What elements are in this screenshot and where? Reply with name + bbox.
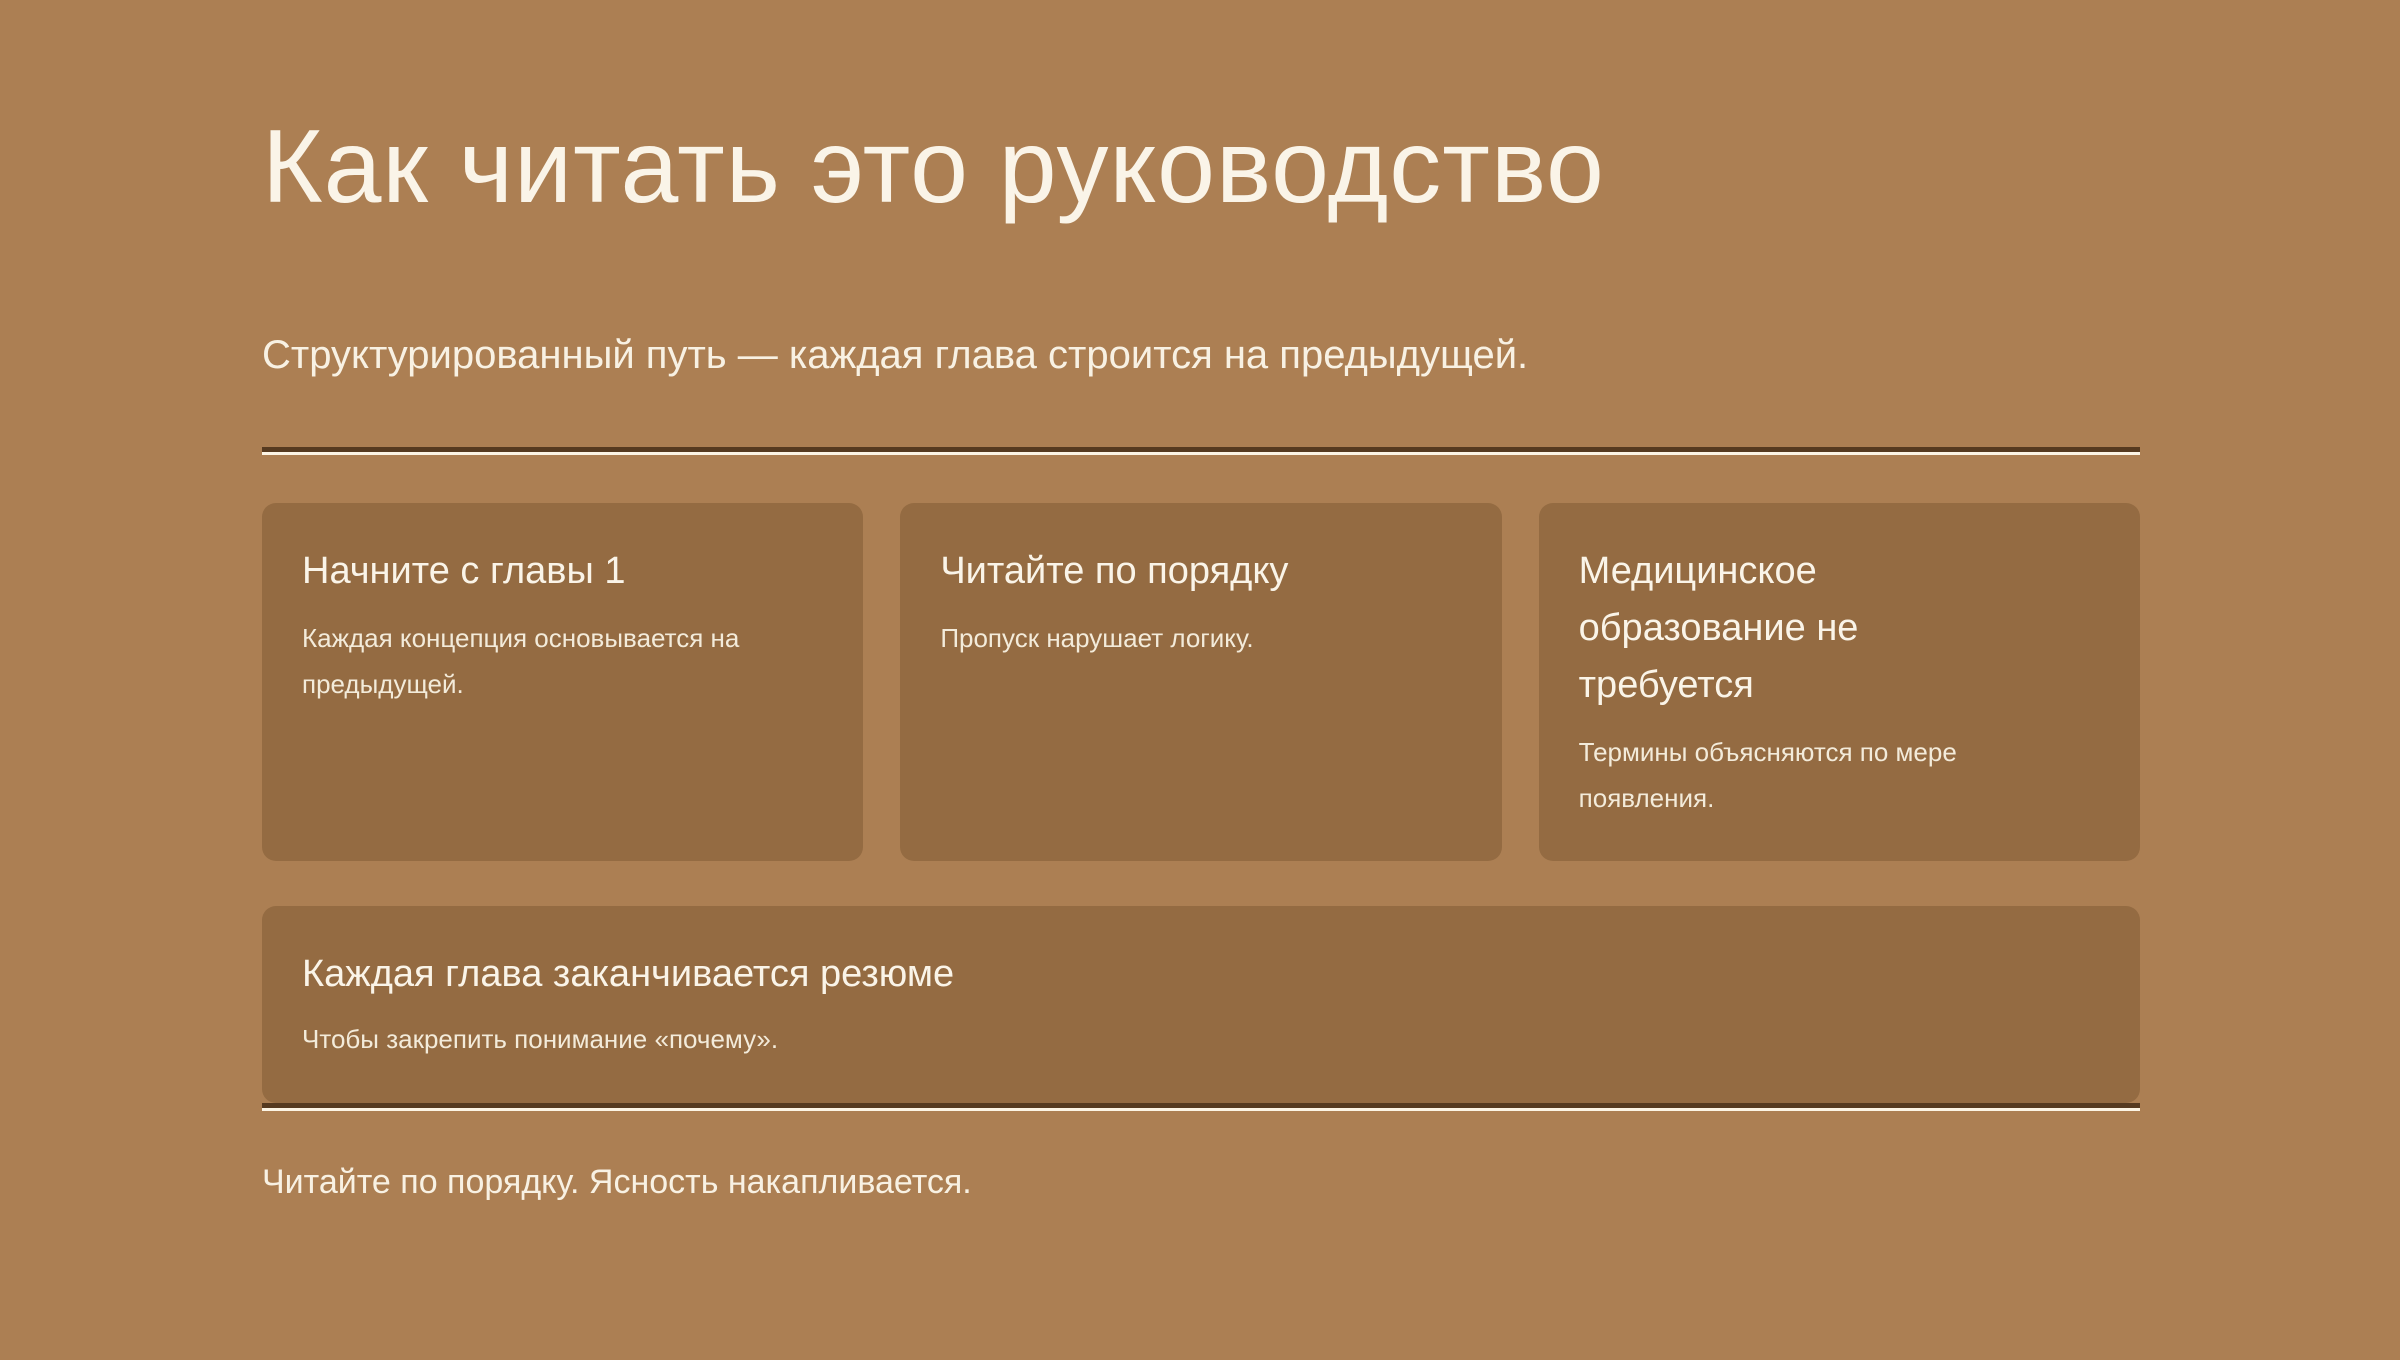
page-subtitle: Структурированный путь — каждая глава ст…: [262, 327, 2140, 383]
card-chapter-summary: Каждая глава заканчивается резюме Чтобы …: [262, 906, 2140, 1103]
card-no-medical-education: Медицинское образование не требуется Тер…: [1539, 503, 2140, 861]
card-body: Пропуск нарушает логику.: [940, 616, 1461, 662]
card-title: Медицинское образование не требуется: [1579, 543, 1921, 714]
cards-row: Начните с главы 1 Каждая концепция основ…: [262, 503, 2140, 861]
card-body: Чтобы закрепить понимание «почему».: [302, 1017, 2100, 1063]
card-title: Каждая глава заканчивается резюме: [302, 946, 2100, 1003]
card-title: Читайте по порядку: [940, 543, 1461, 600]
card-read-in-order: Читайте по порядку Пропуск нарушает логи…: [900, 503, 1501, 861]
divider-top: [262, 447, 2140, 455]
card-body: Термины объясняются по мере появления.: [1579, 730, 1999, 821]
card-body: Каждая концепция основывается на предыду…: [302, 616, 823, 707]
divider-bottom: [262, 1103, 2140, 1111]
card-title: Начните с главы 1: [302, 543, 823, 600]
slide: Как читать это руководство Структурирова…: [0, 0, 2400, 1360]
card-start-with-chapter-1: Начните с главы 1 Каждая концепция основ…: [262, 503, 863, 861]
footer-note: Читайте по порядку. Ясность накапливаетс…: [262, 1159, 2140, 1207]
page-title: Как читать это руководство: [262, 100, 2140, 235]
